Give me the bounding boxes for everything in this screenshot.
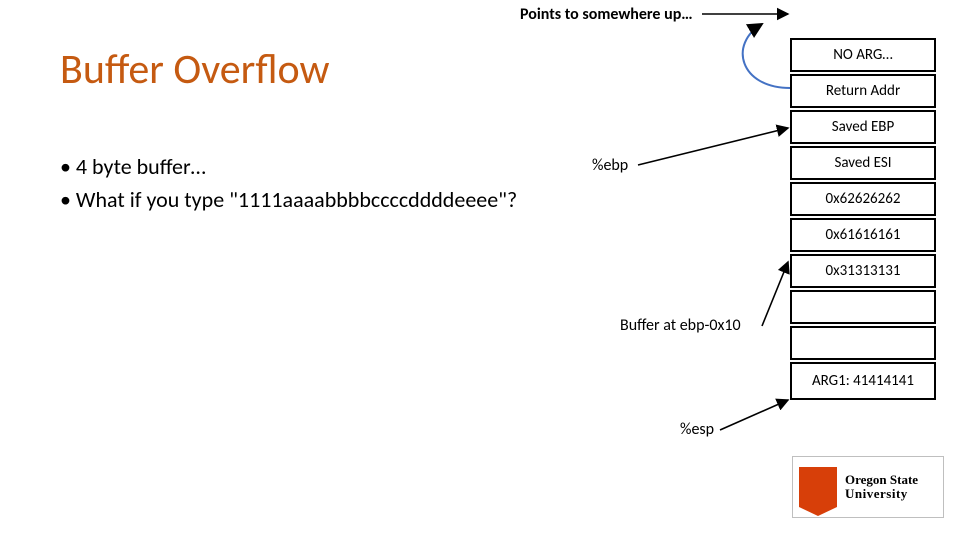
shield-icon — [799, 467, 837, 507]
cell-empty1 — [790, 290, 936, 324]
logo-line1: Oregon State — [845, 473, 918, 487]
cell-saved-esi: Saved ESI — [790, 146, 936, 180]
bullet-list: • 4 byte buffer… • What if you type "111… — [60, 150, 517, 216]
logo-text: Oregon State University — [845, 473, 918, 500]
label-buffer: Buffer at ebp-0x10 — [620, 316, 741, 335]
cell-0x62: 0x62626262 — [790, 182, 936, 216]
cell-0x61: 0x61616161 — [790, 218, 936, 252]
top-note: Points to somewhere up… — [520, 5, 693, 24]
label-ebp: %ebp — [592, 156, 628, 175]
cell-arg1: ARG1: 41414141 — [790, 362, 936, 400]
bullet-2: • What if you type "1111aaaabbbbccccdddd… — [60, 183, 517, 216]
cell-saved-ebp: Saved EBP — [790, 110, 936, 144]
cell-0x31: 0x31313131 — [790, 254, 936, 288]
logo-line2: University — [845, 487, 918, 501]
label-esp: %esp — [680, 420, 714, 439]
stack-diagram: NO ARG… Return Addr Saved EBP Saved ESI … — [790, 38, 936, 402]
cell-noarg: NO ARG… — [790, 38, 936, 72]
cell-retaddr: Return Addr — [790, 74, 936, 108]
osu-logo: Oregon State University — [792, 456, 944, 518]
bullet-1: • 4 byte buffer… — [60, 150, 517, 183]
slide-title: Buffer Overflow — [60, 44, 330, 95]
cell-empty2 — [790, 326, 936, 360]
